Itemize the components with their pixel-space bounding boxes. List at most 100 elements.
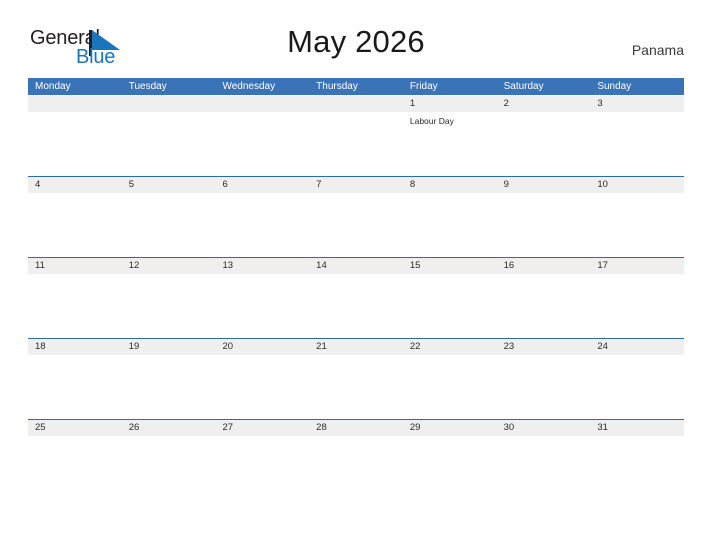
day-number-23[interactable]: 23	[497, 339, 591, 355]
day-events-empty	[28, 193, 122, 256]
day-events-empty	[122, 193, 216, 256]
week-date-band: 4 5 6 7 8 9 10	[28, 176, 684, 193]
day-number-empty	[28, 96, 122, 112]
holiday-label: Labour Day	[409, 116, 454, 126]
week-date-band: 11 12 13 14 15 16 17	[28, 257, 684, 274]
day-number-6[interactable]: 6	[215, 177, 309, 193]
calendar-week-row: 18 19 20 21 22 23 24	[28, 338, 684, 419]
day-number-10[interactable]: 10	[590, 177, 684, 193]
day-number-15[interactable]: 15	[403, 258, 497, 274]
day-number-24[interactable]: 24	[590, 339, 684, 355]
week-date-band: 18 19 20 21 22 23 24	[28, 338, 684, 355]
day-number-29[interactable]: 29	[403, 420, 497, 436]
day-events-empty	[28, 436, 122, 499]
day-number-16[interactable]: 16	[497, 258, 591, 274]
calendar-week-row: 4 5 6 7 8 9 10	[28, 176, 684, 257]
week-date-band: 123	[28, 95, 684, 112]
day-events-1[interactable]: Labour Day	[403, 112, 497, 175]
day-number-22[interactable]: 22	[403, 339, 497, 355]
calendar-week-row: 25 26 27 28 29 30 31	[28, 419, 684, 500]
day-number-31[interactable]: 31	[590, 420, 684, 436]
day-number-25[interactable]: 25	[28, 420, 122, 436]
weekday-header-sunday: Sunday	[597, 81, 632, 92]
day-number-26[interactable]: 26	[122, 420, 216, 436]
day-number-14[interactable]: 14	[309, 258, 403, 274]
day-number-18[interactable]: 18	[28, 339, 122, 355]
day-events-empty	[28, 274, 122, 337]
day-number-4[interactable]: 4	[28, 177, 122, 193]
day-number-19[interactable]: 19	[122, 339, 216, 355]
day-events-empty	[215, 436, 309, 499]
day-events-empty	[497, 355, 591, 418]
day-number-30[interactable]: 30	[497, 420, 591, 436]
day-number-3[interactable]: 3	[590, 96, 684, 112]
day-events-empty	[497, 436, 591, 499]
day-events-empty	[590, 193, 684, 256]
week-date-band: 25 26 27 28 29 30 31	[28, 419, 684, 436]
weekday-header-tuesday: Tuesday	[128, 81, 167, 92]
day-events-empty	[590, 436, 684, 499]
day-number-9[interactable]: 9	[497, 177, 591, 193]
day-events-empty	[215, 193, 309, 256]
day-number-28[interactable]: 28	[309, 420, 403, 436]
day-events-empty	[309, 112, 403, 175]
day-number-1[interactable]: 1	[403, 96, 497, 112]
day-number-12[interactable]: 12	[122, 258, 216, 274]
day-events-empty	[497, 112, 591, 175]
country-label: Panama	[631, 42, 684, 58]
week-event-band	[28, 274, 684, 337]
day-events-empty	[309, 193, 403, 256]
day-events-empty	[122, 112, 216, 175]
day-events-empty	[309, 436, 403, 499]
weekday-header-friday: Friday	[409, 81, 438, 92]
calendar-week-row: 1 2 3 Labour Day	[28, 95, 684, 176]
day-number-empty	[309, 96, 403, 112]
day-number-2[interactable]: 2	[497, 96, 591, 112]
day-number-21[interactable]: 21	[309, 339, 403, 355]
day-events-empty	[403, 355, 497, 418]
day-events-empty	[590, 112, 684, 175]
day-number-7[interactable]: 7	[309, 177, 403, 193]
day-events-empty	[215, 355, 309, 418]
weekday-header-thursday: Thursday	[316, 81, 358, 92]
calendar-page: General Blue May 2026 Panama Monday Tuesd…	[0, 0, 712, 550]
day-number-13[interactable]: 13	[215, 258, 309, 274]
day-events-empty	[309, 274, 403, 337]
calendar-week-row: 11 12 13 14 15 16 17	[28, 257, 684, 338]
day-number-20[interactable]: 20	[215, 339, 309, 355]
day-events-empty	[497, 193, 591, 256]
day-number-5[interactable]: 5	[122, 177, 216, 193]
weekday-header-saturday: Saturday	[503, 81, 544, 92]
day-events-empty	[122, 355, 216, 418]
day-events-empty	[403, 274, 497, 337]
day-events-empty	[215, 112, 309, 175]
day-events-empty	[497, 274, 591, 337]
weekday-header-monday: Monday	[35, 81, 71, 92]
day-number-27[interactable]: 27	[215, 420, 309, 436]
day-events-empty	[122, 436, 216, 499]
day-number-empty	[215, 96, 309, 112]
day-number-11[interactable]: 11	[28, 258, 122, 274]
day-number-8[interactable]: 8	[403, 177, 497, 193]
week-event-band	[28, 193, 684, 256]
weekday-header-row: Monday Tuesday Wednesday Thursday Friday Satu…	[28, 78, 684, 95]
week-event-band: Labour Day	[28, 112, 684, 175]
week-event-band	[28, 436, 684, 499]
day-events-empty	[122, 274, 216, 337]
week-event-band	[28, 355, 684, 418]
calendar-grid: Monday Tuesday Wednesday Thursday Friday Satu…	[28, 78, 684, 500]
calendar-weeks: 1 2 3 Labour Day 4 5 6 7 8 9 10 11 12 13 14 15 16 17 18 19 2…	[28, 95, 684, 500]
page-title: May 2026	[287, 24, 425, 59]
day-events-empty	[590, 274, 684, 337]
day-events-empty	[309, 355, 403, 418]
day-events-empty	[28, 355, 122, 418]
weekday-header-wednesday: Wednesday	[222, 81, 276, 92]
day-events-empty	[590, 355, 684, 418]
day-events-empty	[403, 193, 497, 256]
day-events-empty	[403, 436, 497, 499]
day-number-17[interactable]: 17	[590, 258, 684, 274]
day-events-empty	[28, 112, 122, 175]
day-number-empty	[122, 96, 216, 112]
page-header: General Blue May 2026 Panama	[28, 24, 684, 72]
day-events-empty	[215, 274, 309, 337]
